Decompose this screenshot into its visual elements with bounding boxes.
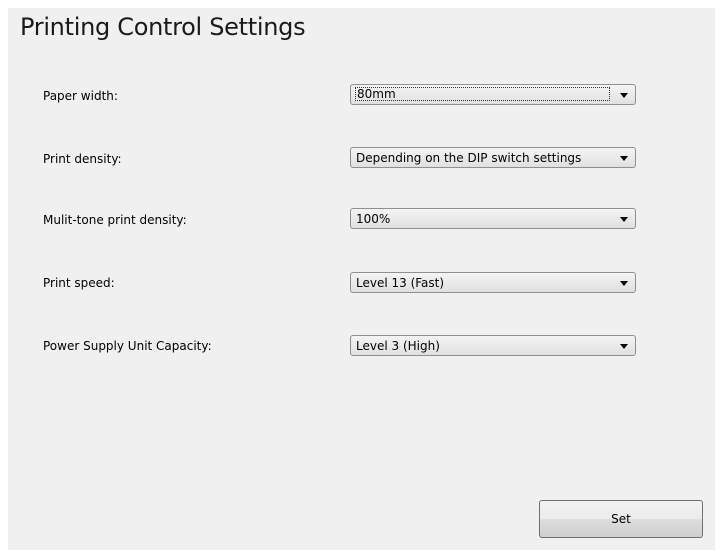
print-speed-value: Level 13 (Fast) <box>356 276 445 290</box>
print-density-label: Print density: <box>43 152 122 166</box>
print-density-select[interactable]: Depending on the DIP switch settings <box>350 147 636 168</box>
paper-width-select[interactable]: 80mm <box>350 84 636 105</box>
print-speed-label: Print speed: <box>43 276 115 290</box>
multi-tone-density-label: Mulit-tone print density: <box>43 213 187 227</box>
multi-tone-density-value: 100% <box>356 212 391 226</box>
multi-tone-density-select[interactable]: 100% <box>350 208 636 229</box>
set-button[interactable]: Set <box>539 500 703 538</box>
chevron-down-icon <box>620 344 628 349</box>
page-title: Printing Control Settings <box>20 13 306 41</box>
chevron-down-icon <box>620 217 628 222</box>
paper-width-label: Paper width: <box>43 89 118 103</box>
chevron-down-icon <box>620 281 628 286</box>
power-supply-capacity-select[interactable]: Level 3 (High) <box>350 335 636 356</box>
print-density-value: Depending on the DIP switch settings <box>356 151 582 165</box>
print-speed-select[interactable]: Level 13 (Fast) <box>350 272 636 293</box>
power-supply-capacity-value: Level 3 (High) <box>356 339 440 353</box>
power-supply-capacity-label: Power Supply Unit Capacity: <box>43 339 212 353</box>
chevron-down-icon <box>620 93 628 98</box>
paper-width-value: 80mm <box>355 87 610 101</box>
chevron-down-icon <box>620 156 628 161</box>
